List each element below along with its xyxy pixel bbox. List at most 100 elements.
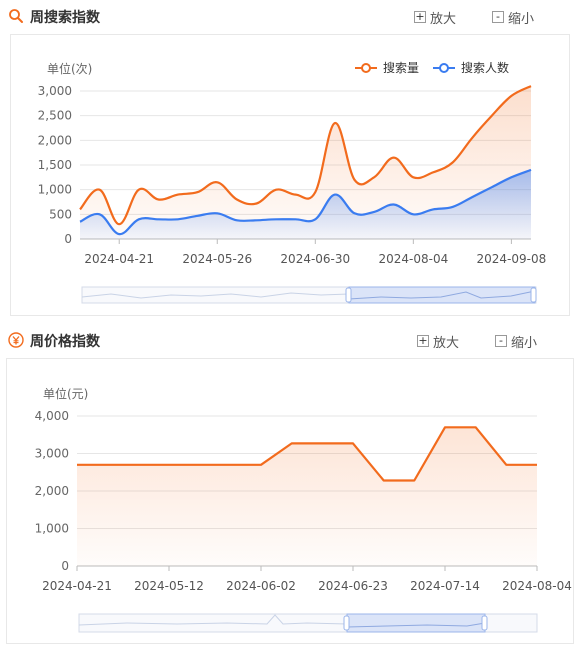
data-point[interactable] bbox=[167, 463, 171, 467]
data-point[interactable] bbox=[117, 222, 121, 226]
data-point[interactable] bbox=[509, 175, 513, 179]
legend-item-searchers[interactable]: 搜索人数 bbox=[433, 60, 509, 75]
data-point[interactable] bbox=[196, 190, 200, 194]
y-unit-label: 单位(次) bbox=[47, 61, 92, 76]
legend: 搜索量 搜索人数 bbox=[355, 60, 509, 75]
zoom-in-button[interactable]: + 放大 bbox=[414, 8, 456, 27]
data-point[interactable] bbox=[294, 193, 298, 197]
data-point[interactable] bbox=[392, 156, 396, 160]
zoom-handle-left[interactable] bbox=[343, 615, 350, 631]
data-point[interactable] bbox=[451, 161, 455, 165]
data-point[interactable] bbox=[274, 188, 278, 192]
data-point[interactable] bbox=[431, 170, 435, 174]
y-tick-label: 0 bbox=[61, 559, 69, 573]
data-point[interactable] bbox=[78, 220, 82, 224]
x-tick-label: 2024-06-02 bbox=[226, 579, 296, 593]
data-point[interactable] bbox=[313, 217, 317, 221]
legend-label: 搜索人数 bbox=[461, 60, 509, 75]
zoom-out-button[interactable]: - 缩小 bbox=[492, 8, 534, 27]
data-point[interactable] bbox=[117, 232, 121, 236]
data-point[interactable] bbox=[392, 202, 396, 206]
data-point[interactable] bbox=[333, 121, 337, 125]
x-tick-label: 2024-08-04 bbox=[378, 252, 448, 266]
x-tick-label: 2024-06-23 bbox=[318, 579, 388, 593]
data-point[interactable] bbox=[470, 195, 474, 199]
data-point[interactable] bbox=[156, 198, 160, 202]
data-point[interactable] bbox=[490, 185, 494, 189]
data-point[interactable] bbox=[137, 217, 141, 221]
data-point[interactable] bbox=[443, 425, 447, 429]
data-point[interactable] bbox=[259, 463, 263, 467]
zoom-handle-left[interactable] bbox=[345, 287, 352, 303]
x-tick-label: 2024-07-14 bbox=[410, 579, 480, 593]
data-point[interactable] bbox=[98, 188, 102, 192]
data-point[interactable] bbox=[411, 212, 415, 216]
zoom-in-button[interactable]: + 放大 bbox=[417, 332, 460, 351]
search-index-header: 周搜索指数 + 放大 - 缩小 bbox=[0, 4, 578, 30]
data-point[interactable] bbox=[215, 180, 219, 184]
data-point[interactable] bbox=[235, 198, 239, 202]
data-point[interactable] bbox=[529, 168, 533, 172]
price-index-header: 周价格指数 + 放大 - 缩小 bbox=[0, 328, 578, 354]
data-point[interactable] bbox=[529, 84, 533, 88]
data-point[interactable] bbox=[372, 175, 376, 179]
data-point[interactable] bbox=[235, 218, 239, 222]
zoom-out-button[interactable]: - 缩小 bbox=[495, 332, 537, 351]
data-point[interactable] bbox=[78, 207, 82, 211]
data-point[interactable] bbox=[474, 425, 478, 429]
data-point[interactable] bbox=[411, 175, 415, 179]
data-point[interactable] bbox=[470, 136, 474, 140]
data-point[interactable] bbox=[451, 205, 455, 209]
y-tick-label: 1,000 bbox=[38, 183, 72, 197]
y-tick-label: 1,500 bbox=[38, 158, 72, 172]
data-point[interactable] bbox=[294, 217, 298, 221]
data-point[interactable] bbox=[382, 479, 386, 483]
data-point[interactable] bbox=[353, 178, 357, 182]
data-point[interactable] bbox=[156, 217, 160, 221]
legend-item-search-volume[interactable]: 搜索量 bbox=[355, 60, 419, 75]
data-point[interactable] bbox=[320, 441, 324, 445]
data-point[interactable] bbox=[535, 463, 539, 467]
data-point[interactable] bbox=[215, 211, 219, 215]
data-point[interactable] bbox=[254, 201, 258, 205]
data-point[interactable] bbox=[290, 441, 294, 445]
data-point[interactable] bbox=[509, 94, 513, 98]
data-zoom-slider[interactable] bbox=[78, 613, 538, 633]
data-zoom-slider[interactable] bbox=[81, 286, 537, 304]
series-area-0 bbox=[77, 427, 537, 566]
data-point[interactable] bbox=[196, 214, 200, 218]
y-tick-label: 4,000 bbox=[35, 409, 69, 423]
data-point[interactable] bbox=[412, 479, 416, 483]
y-tick-label: 1,000 bbox=[35, 522, 69, 536]
data-point[interactable] bbox=[176, 193, 180, 197]
data-point[interactable] bbox=[372, 210, 376, 214]
y-tick-label: 0 bbox=[64, 232, 72, 246]
data-point[interactable] bbox=[504, 463, 508, 467]
data-point[interactable] bbox=[228, 463, 232, 467]
price-chart-panel: 单位(元) 0 1,000 2,000 3,000 4,000 2024-04-21 20… bbox=[6, 358, 574, 644]
data-point[interactable] bbox=[431, 207, 435, 211]
data-point[interactable] bbox=[353, 211, 357, 215]
zoom-handle-right[interactable] bbox=[481, 615, 488, 631]
data-point[interactable] bbox=[137, 188, 141, 192]
data-point[interactable] bbox=[98, 212, 102, 216]
data-point[interactable] bbox=[136, 463, 140, 467]
data-point[interactable] bbox=[198, 463, 202, 467]
data-point[interactable] bbox=[274, 217, 278, 221]
search-index-chart: 单位(次) 搜索量 搜索人数 0 500 1,000 1,500 2,000 2,500 3… bbox=[38, 60, 546, 304]
plus-icon: + bbox=[417, 334, 429, 347]
data-point[interactable] bbox=[176, 217, 180, 221]
x-tick-label: 2024-05-12 bbox=[134, 579, 204, 593]
data-point[interactable] bbox=[313, 190, 317, 194]
zoom-selection[interactable] bbox=[348, 286, 536, 304]
zoom-in-label: 放大 bbox=[433, 335, 460, 351]
data-point[interactable] bbox=[490, 114, 494, 118]
zoom-selection[interactable] bbox=[346, 613, 486, 633]
data-point[interactable] bbox=[75, 463, 79, 467]
data-point[interactable] bbox=[106, 463, 110, 467]
zoom-handle-right[interactable] bbox=[530, 287, 537, 303]
yen-icon bbox=[8, 332, 24, 348]
data-point[interactable] bbox=[351, 441, 355, 445]
data-point[interactable] bbox=[254, 218, 258, 222]
data-point[interactable] bbox=[333, 193, 337, 197]
